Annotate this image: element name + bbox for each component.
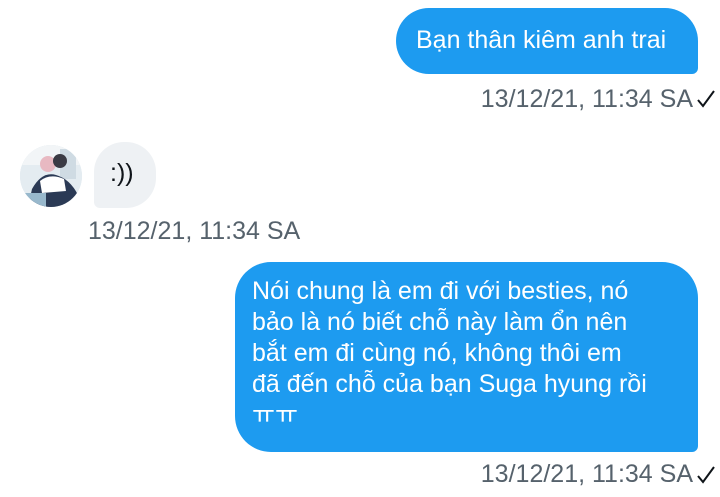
message-line: bảo là nó biết chỗ này làm ổn nên [252, 308, 628, 336]
message-line: ㅠㅠ [252, 401, 299, 429]
outgoing-message-bubble[interactable]: Bạn thân kiêm anh trai [396, 8, 698, 74]
message-timestamp: 13/12/21, 11:34 SA [88, 217, 301, 245]
check-icon [697, 466, 715, 484]
message-line: đã đến chỗ của bạn Suga hyung rồi [252, 370, 647, 398]
incoming-message-bubble[interactable]: :)) [94, 142, 156, 208]
message-line: Nói chung là em đi với besties, nó [252, 277, 629, 305]
avatar-photo [20, 145, 82, 207]
message-timestamp: 13/12/21, 11:34 SA [480, 460, 693, 488]
message-text: :)) [110, 159, 134, 187]
message-line: bắt em đi cùng nó, không thôi em [252, 339, 622, 367]
check-icon [697, 90, 715, 108]
avatar[interactable] [20, 145, 82, 207]
outgoing-message-bubble[interactable]: Nói chung là em đi với besties, nó bảo l… [235, 262, 698, 452]
message-timestamp: 13/12/21, 11:34 SA [480, 85, 693, 113]
message-text: Bạn thân kiêm anh trai [416, 26, 667, 54]
